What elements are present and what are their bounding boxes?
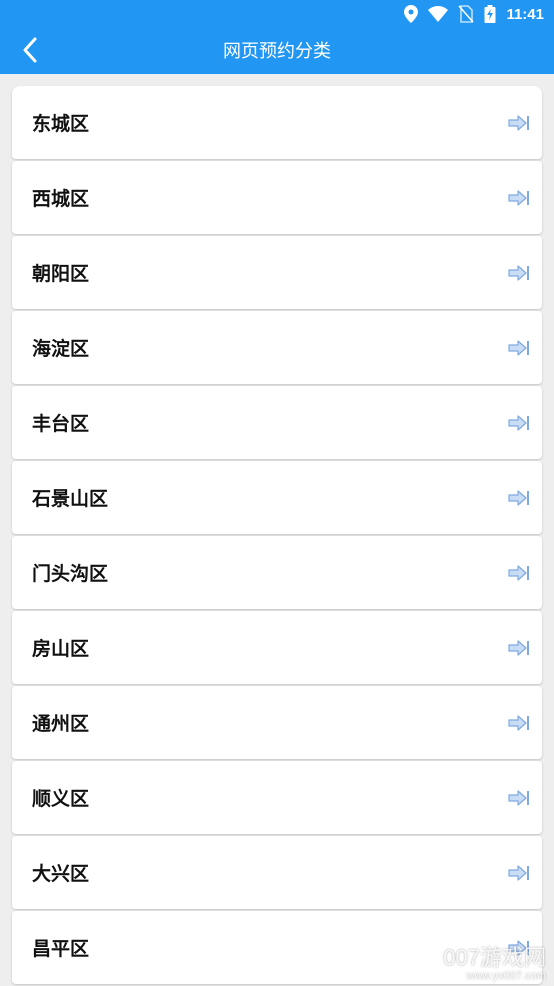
list-item[interactable]: 海淀区: [12, 311, 542, 384]
battery-charging-icon: [484, 5, 496, 23]
district-label: 房山区: [32, 639, 90, 660]
enter-arrow-icon: [508, 339, 530, 356]
enter-arrow-icon: [508, 264, 530, 281]
enter-arrow-icon: [508, 564, 530, 581]
no-sim-icon: [458, 5, 475, 23]
enter-arrow-icon: [508, 639, 530, 656]
enter-arrow-icon: [508, 864, 530, 881]
district-label: 西城区: [32, 189, 90, 210]
enter-arrow-icon: [508, 414, 530, 431]
district-label: 门头沟区: [32, 564, 109, 585]
district-label: 顺义区: [32, 789, 90, 810]
list-item[interactable]: 石景山区: [12, 461, 542, 534]
district-label: 朝阳区: [32, 264, 90, 285]
page-title: 网页预约分类: [223, 41, 331, 61]
list-item[interactable]: 西城区: [12, 161, 542, 234]
list-item[interactable]: 朝阳区: [12, 236, 542, 309]
district-label: 海淀区: [32, 339, 90, 360]
enter-arrow-icon: [508, 114, 530, 131]
list-item[interactable]: 东城区: [12, 86, 542, 159]
clock: 11:41: [506, 5, 544, 23]
app-bar: 网页预约分类: [0, 28, 554, 74]
district-label: 丰台区: [32, 414, 90, 435]
watermark-text: 007游戏网: [443, 945, 546, 970]
list-item[interactable]: 大兴区: [12, 836, 542, 909]
list-item[interactable]: 门头沟区: [12, 536, 542, 609]
location-icon: [404, 5, 419, 23]
district-label: 昌平区: [32, 939, 90, 960]
district-label: 大兴区: [32, 864, 90, 885]
wifi-icon: [428, 6, 449, 22]
district-label: 东城区: [32, 114, 90, 135]
enter-arrow-icon: [508, 189, 530, 206]
list-item[interactable]: 丰台区: [12, 386, 542, 459]
list-item[interactable]: 房山区: [12, 611, 542, 684]
district-list: 东城区西城区朝阳区海淀区丰台区石景山区门头沟区房山区通州区顺义区大兴区昌平区: [12, 86, 542, 986]
watermark-url: www.yx007.com: [466, 970, 546, 982]
watermark: 007游戏网 www.yx007.com: [443, 945, 546, 983]
status-bar: 11:41: [0, 0, 554, 28]
list-item[interactable]: 通州区: [12, 686, 542, 759]
list-item[interactable]: 顺义区: [12, 761, 542, 834]
enter-arrow-icon: [508, 489, 530, 506]
enter-arrow-icon: [508, 714, 530, 731]
enter-arrow-icon: [508, 789, 530, 806]
district-label: 石景山区: [32, 489, 109, 510]
district-label: 通州区: [32, 714, 90, 735]
